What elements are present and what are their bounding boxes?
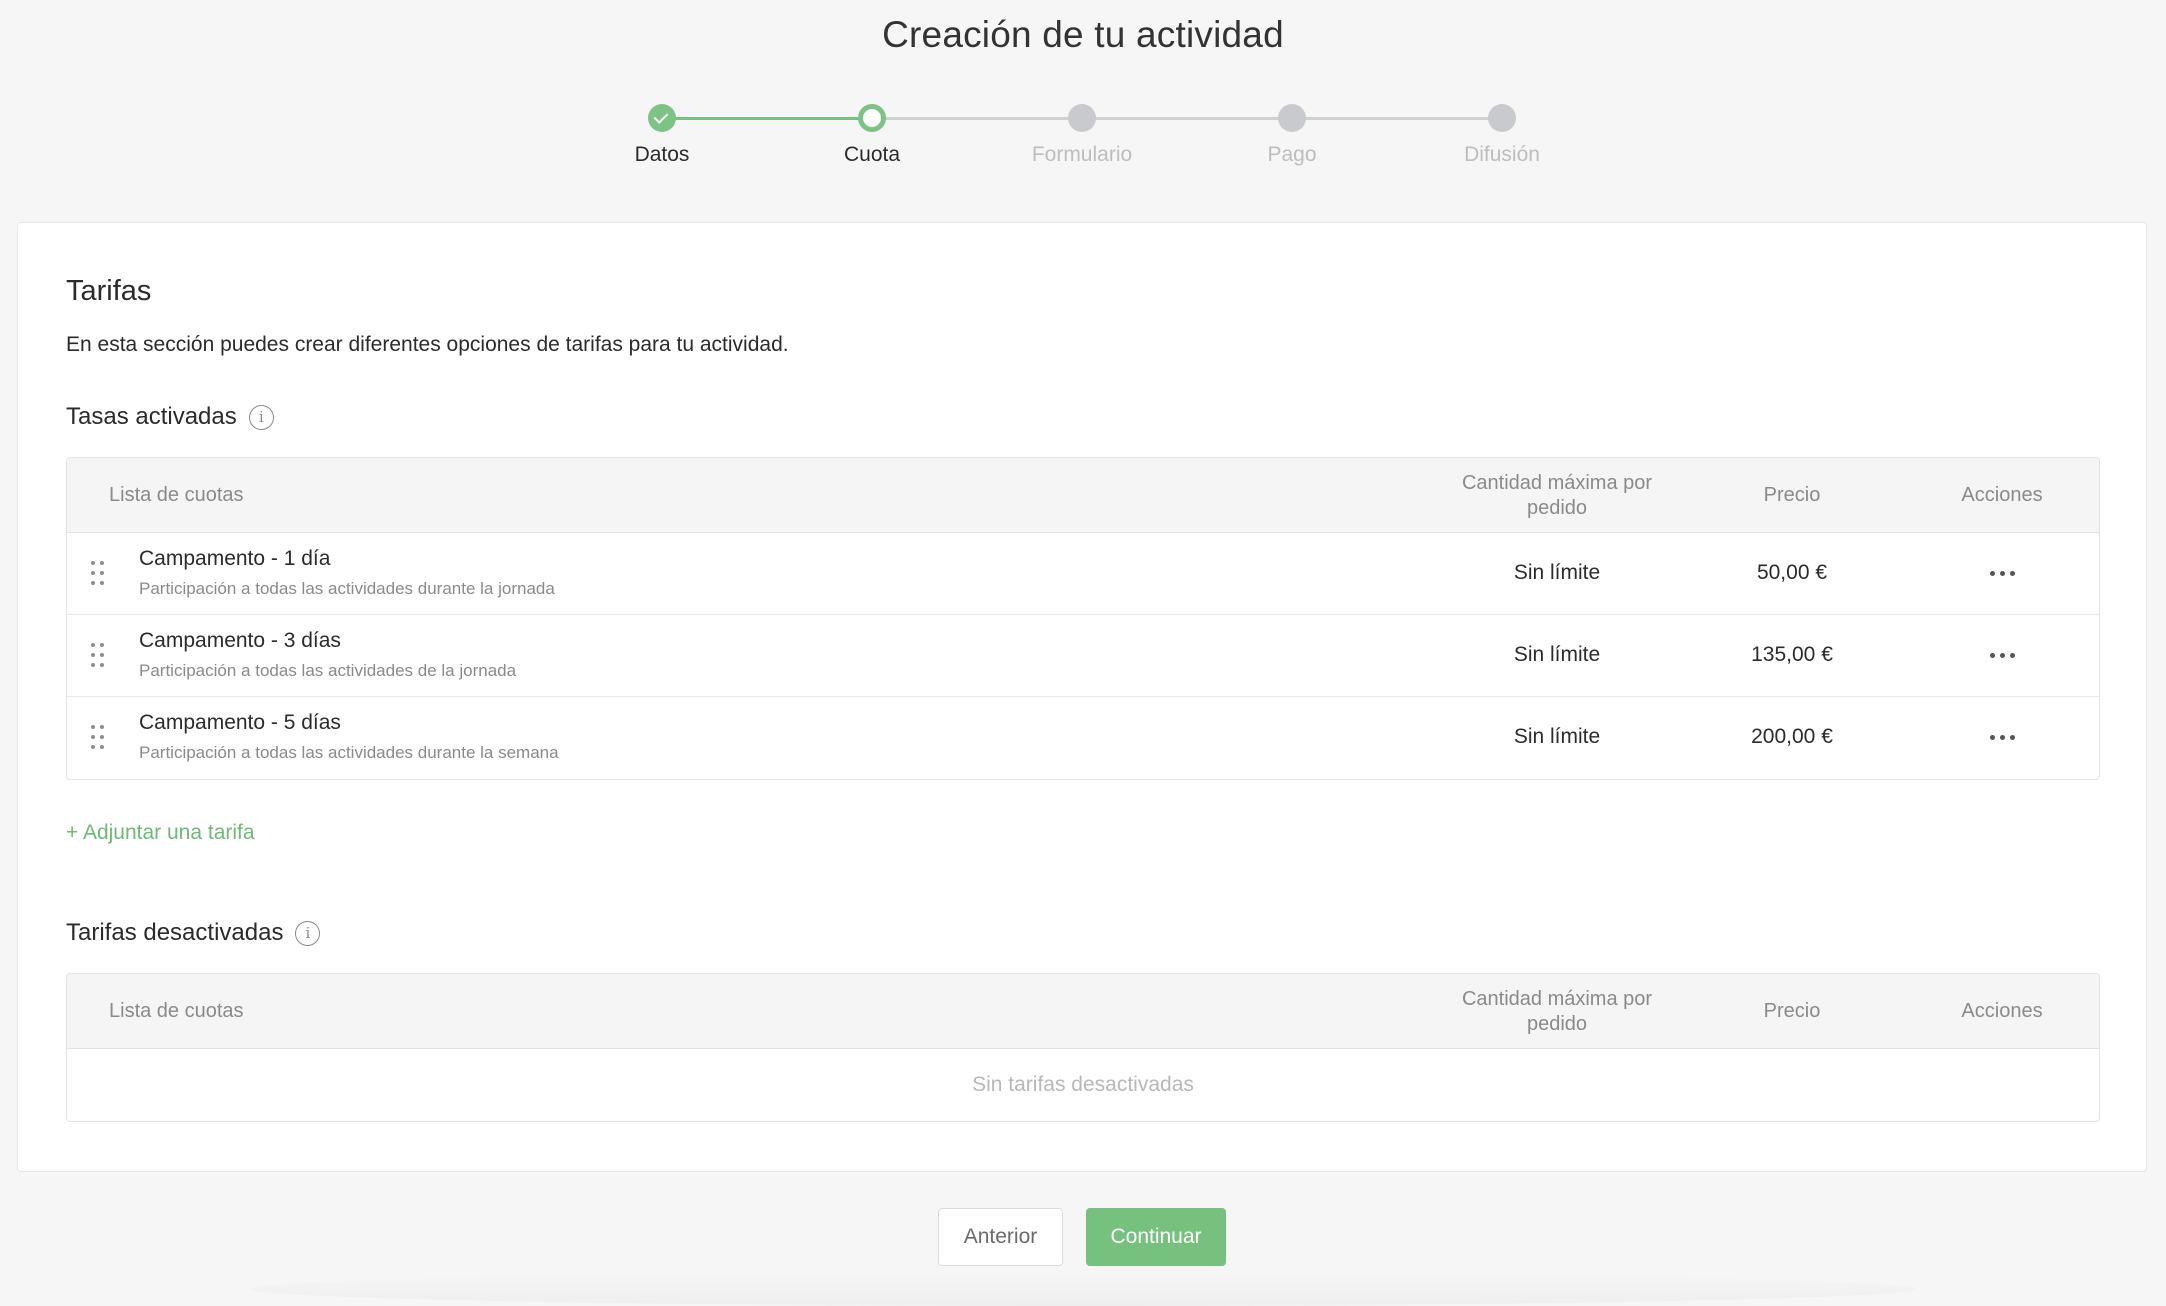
step-pending-icon (1278, 104, 1306, 132)
table-row: Campamento - 3 días Participación a toda… (67, 615, 2099, 697)
step-complete-icon (648, 104, 676, 132)
inactive-rates-title: Tarifas desactivadas (66, 919, 284, 946)
step-cuota[interactable]: Cuota (772, 100, 972, 167)
rate-max-qty: Sin límite (1513, 643, 1601, 666)
table-header: Lista de cuotas Cantidad máxima por pedi… (67, 458, 2099, 533)
step-label: Pago (1267, 143, 1317, 166)
more-horizontal-icon[interactable] (1917, 553, 2087, 593)
step-label: Cuota (843, 143, 901, 166)
page-title: Creación de tu actividad (882, 14, 1284, 55)
column-header-qty: Cantidad máxima por pedido (1461, 987, 1653, 1035)
inactive-rates-heading: Tarifas desactivadas i (66, 919, 321, 947)
table-row: Campamento - 5 días Participación a toda… (67, 697, 2099, 779)
rate-description: Participación a todas las actividades du… (139, 743, 559, 762)
section-title: Tarifas (66, 275, 152, 307)
step-label: Difusión (1464, 143, 1540, 166)
table-header: Lista de cuotas Cantidad máxima por pedi… (67, 974, 2099, 1049)
rate-name: Campamento - 5 días (139, 711, 341, 734)
rate-price: 200,00 € (1751, 725, 1833, 748)
add-rate-link[interactable]: + Adjuntar una tarifa (66, 821, 255, 845)
rate-max-qty: Sin límite (1513, 725, 1601, 748)
drag-handle-icon[interactable] (91, 643, 105, 671)
step-pago: Pago (1192, 100, 1392, 167)
continue-button[interactable]: Continuar (1086, 1208, 1226, 1266)
column-header-list: Lista de cuotas (109, 484, 244, 506)
rate-price: 135,00 € (1751, 643, 1833, 666)
column-header-price: Precio (1763, 1000, 1821, 1022)
info-icon[interactable]: i (248, 404, 274, 430)
info-icon[interactable]: i (295, 920, 321, 946)
progress-stepper: Datos Cuota Formulario Pago Difusión (0, 100, 2166, 180)
column-header-price: Precio (1763, 484, 1821, 506)
empty-state: Sin tarifas desactivadas (972, 1073, 1194, 1096)
step-label: Datos (634, 143, 690, 166)
column-header-actions: Acciones (1961, 484, 2043, 506)
drag-handle-icon[interactable] (91, 725, 105, 753)
table-row: Campamento - 1 día Participación a todas… (67, 533, 2099, 615)
tarifas-card: Tarifas En esta sección puedes crear dif… (17, 222, 2147, 1172)
section-description: En esta sección puedes crear diferentes … (66, 333, 789, 356)
rate-description: Participación a todas las actividades de… (139, 661, 517, 680)
inactive-rates-table: Lista de cuotas Cantidad máxima por pedi… (66, 973, 2100, 1122)
footer-shadow (250, 1272, 1916, 1306)
more-horizontal-icon[interactable] (1917, 635, 2087, 675)
step-pending-icon (1488, 104, 1516, 132)
rate-name: Campamento - 3 días (139, 629, 341, 652)
step-current-icon (858, 104, 886, 132)
step-difusion: Difusión (1402, 100, 1602, 167)
drag-handle-icon[interactable] (91, 561, 105, 589)
step-pending-icon (1068, 104, 1096, 132)
previous-button[interactable]: Anterior (938, 1208, 1063, 1266)
active-rates-heading: Tasas activadas i (66, 403, 274, 431)
column-header-qty: Cantidad máxima por pedido (1461, 471, 1653, 519)
step-label: Formulario (1031, 143, 1133, 166)
rate-name: Campamento - 1 día (139, 547, 331, 570)
column-header-actions: Acciones (1961, 1000, 2043, 1022)
column-header-list: Lista de cuotas (109, 1000, 244, 1022)
step-datos[interactable]: Datos (562, 100, 762, 167)
active-rates-title: Tasas activadas (66, 403, 237, 430)
step-formulario: Formulario (982, 100, 1182, 167)
rate-max-qty: Sin límite (1513, 561, 1601, 584)
rate-price: 50,00 € (1756, 561, 1828, 584)
more-horizontal-icon[interactable] (1917, 717, 2087, 757)
rate-description: Participación a todas las actividades du… (139, 579, 555, 598)
active-rates-table: Lista de cuotas Cantidad máxima por pedi… (66, 457, 2100, 780)
